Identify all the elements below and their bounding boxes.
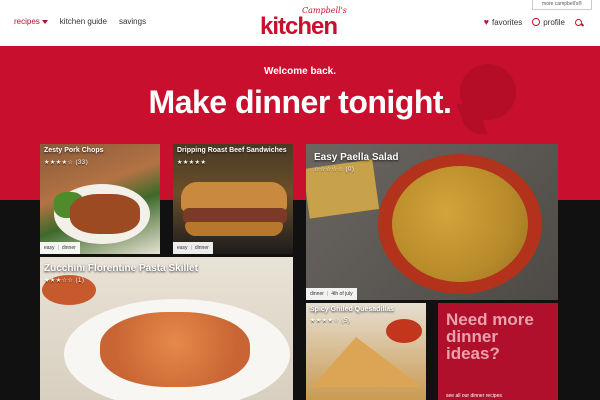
rating-stars: ★★★★★ (177, 160, 207, 166)
welcome-text: Welcome back. (263, 66, 337, 77)
nav-kitchen-guide[interactable]: kitchen guide (60, 17, 107, 26)
tag[interactable]: easy (177, 242, 188, 254)
tag[interactable]: easy (44, 242, 55, 254)
recipe-card-easy-paella-salad[interactable]: Easy Paella Salad ☆☆☆☆☆ (0) dinner | 4th o… (306, 144, 558, 300)
recipe-image (312, 337, 422, 387)
rating-stars: ★★★★☆ (5) (310, 318, 351, 324)
nav-savings[interactable]: savings (119, 17, 146, 26)
recipe-title: Spicy Grilled Quesadillas (310, 306, 395, 313)
recipe-card-roast-beef-sandwiches[interactable]: Dripping Roast Beef Sandwiches ★★★★★ eas… (173, 144, 293, 254)
logo-word: kitchen (260, 13, 338, 40)
profile-icon (532, 18, 541, 26)
chevron-down-icon (41, 19, 48, 24)
recipe-image-salsa (386, 319, 422, 343)
rating-stars: ★★★★☆ (33) (44, 160, 89, 166)
promo-text: Need more dinner ideas? (446, 310, 534, 363)
recipe-image-bun (185, 222, 283, 236)
tag[interactable]: dinner (195, 242, 209, 254)
recipe-title: Easy Paella Salad (314, 152, 399, 163)
recipe-card-zesty-pork-chops[interactable]: Zesty Pork Chops ★★★★☆ (33) easy | dinner (40, 144, 160, 254)
main-nav: recipes kitchen guide savings (14, 17, 146, 26)
rating-stars: ☆☆☆☆☆ (0) (314, 167, 355, 173)
more-dinner-ideas-card[interactable]: Need more dinner ideas? see all our dinn… (438, 303, 558, 400)
user-nav: ♥ favorites profile (484, 17, 582, 27)
recipe-image-food (100, 312, 250, 387)
recipe-image-food (392, 166, 528, 282)
heart-icon: ♥ (483, 17, 489, 27)
tag[interactable]: dinner (310, 288, 324, 300)
favorites-label: favorites (491, 17, 523, 27)
campbells-kitchen-logo[interactable]: Campbell's kitchen (258, 6, 347, 40)
tag[interactable]: dinner (62, 242, 76, 254)
tag[interactable]: 4th of july (331, 288, 352, 300)
recipe-card-spicy-grilled-quesadillas[interactable]: Spicy Grilled Quesadillas ★★★★☆ (5) (306, 303, 426, 400)
recipe-title: Zucchini Florentine Pasta Skillet (44, 263, 198, 274)
recipe-title: Zesty Pork Chops (44, 147, 104, 154)
search-icon[interactable] (575, 18, 582, 26)
page-headline: Make dinner tonight. (148, 84, 452, 120)
profile-label: profile (543, 17, 565, 27)
profile-link[interactable]: profile (532, 18, 565, 27)
recipe-title: Dripping Roast Beef Sandwiches (177, 147, 287, 154)
recipe-tags: easy | dinner (40, 242, 80, 254)
site-header: recipes kitchen guide savings Campbell's… (0, 0, 600, 46)
nav-recipes[interactable]: recipes (14, 17, 48, 26)
recipe-image-food (70, 194, 140, 234)
recipe-card-zucchini-pasta-skillet[interactable]: Zucchini Florentine Pasta Skillet ★★★☆☆ … (40, 257, 293, 400)
rating-stars: ★★★☆☆ (1) (44, 278, 85, 284)
recipe-tags: easy | dinner (173, 242, 213, 254)
favorites-link[interactable]: ♥ favorites (484, 17, 523, 27)
more-campbells-button[interactable]: more campbell's® (532, 0, 592, 10)
recipe-tags: dinner | 4th of july (306, 288, 357, 300)
nav-recipes-label: recipes (14, 17, 40, 26)
see-all-dinner-recipes-link[interactable]: see all our dinner recipes (446, 393, 502, 399)
